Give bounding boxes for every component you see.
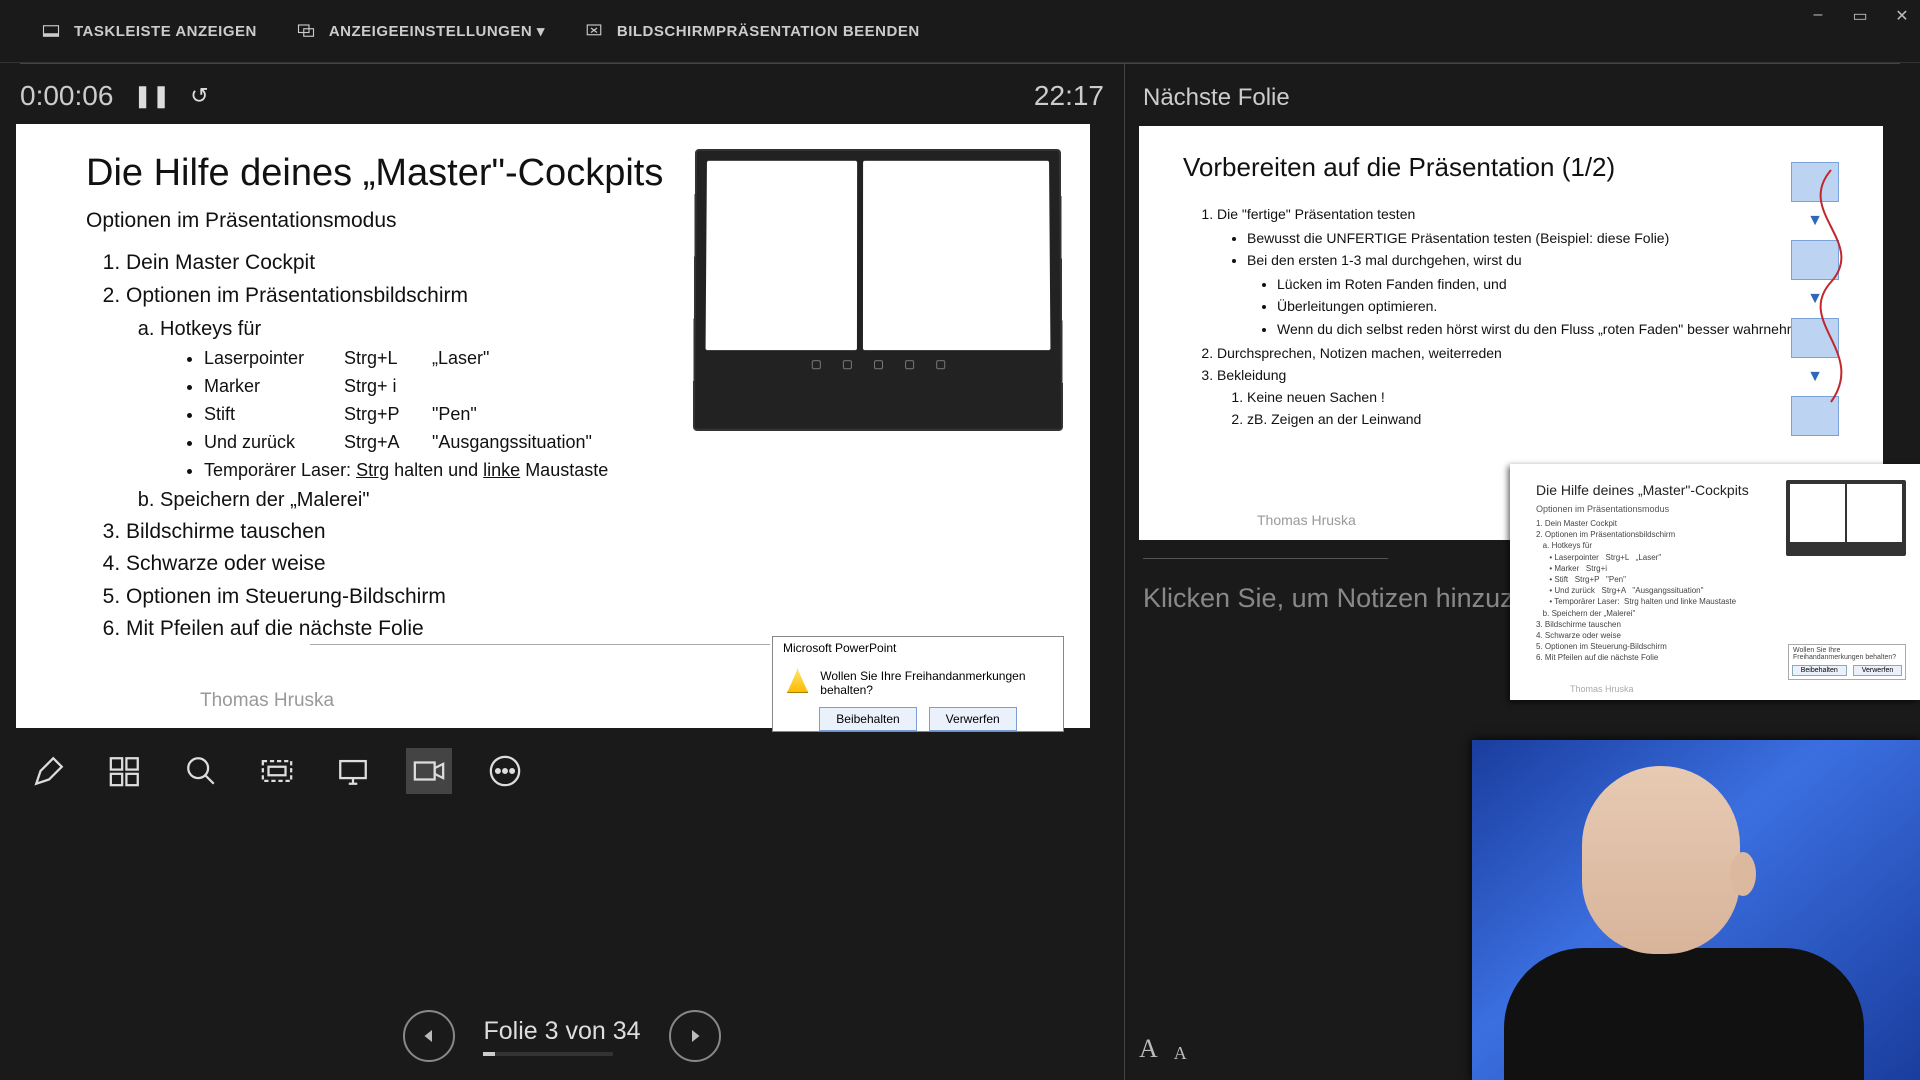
inset-discard: Verwerfen bbox=[1853, 665, 1903, 676]
inset-slide-thumb: Die Hilfe deines „Master"-Cockpits Optio… bbox=[1510, 464, 1920, 700]
webcam-feed[interactable] bbox=[1472, 740, 1920, 1080]
end-slideshow-label: BILDSCHIRMPRÄSENTATION BEENDEN bbox=[617, 23, 920, 40]
presenter-tools bbox=[16, 728, 1108, 814]
next-slide-heading: Nächste Folie bbox=[1143, 84, 1906, 112]
divider bbox=[1143, 558, 1388, 559]
zoom-tool[interactable] bbox=[178, 748, 224, 794]
elapsed-time: 0:00:06 bbox=[20, 80, 113, 112]
next-subitem: Bewusst die UNFERTIGE Präsentation teste… bbox=[1247, 227, 1839, 249]
next-subitem: Keine neuen Sachen ! bbox=[1247, 386, 1839, 408]
top-toolbar: TASKLEISTE ANZEIGEN ANZEIGEEINSTELLUNGEN… bbox=[0, 0, 1920, 63]
next-title: Vorbereiten auf die Präsentation (1/2) bbox=[1183, 152, 1839, 183]
slide-item: Schwarze oder weise bbox=[126, 548, 1030, 581]
current-slide[interactable]: Die Hilfe deines „Master"-Cockpits Optio… bbox=[16, 124, 1090, 728]
maximize-button[interactable]: ▭ bbox=[1850, 6, 1870, 26]
progress-bar[interactable] bbox=[483, 1052, 613, 1056]
close-button[interactable]: ✕ bbox=[1892, 6, 1912, 26]
next-subitem: zB. Zeigen an der Leinwand bbox=[1247, 408, 1839, 430]
slide-nav: Folie 3 von 34 bbox=[0, 1010, 1124, 1062]
minimize-button[interactable]: – bbox=[1808, 6, 1828, 26]
subtitle-tool[interactable] bbox=[254, 748, 300, 794]
flow-graphic: ▼ ▼ ▼ bbox=[1791, 162, 1839, 436]
end-slideshow-button[interactable]: BILDSCHIRMPRÄSENTATION BEENDEN bbox=[585, 22, 920, 40]
next-subitem: Wenn du dich selbst reden hörst wirst du… bbox=[1277, 318, 1839, 340]
inset-author: Thomas Hruska bbox=[1570, 684, 1634, 694]
next-item: Bekleidung Keine neuen Sachen ! zB. Zeig… bbox=[1217, 364, 1839, 430]
slide-subitem: Speichern der „Malerei" bbox=[160, 485, 1030, 516]
monitor-image bbox=[693, 149, 1063, 431]
display-settings-label: ANZEIGEEINSTELLUNGEN ▾ bbox=[329, 22, 545, 40]
slide-counter: Folie 3 von 34 bbox=[483, 1017, 640, 1046]
warning-icon bbox=[787, 669, 808, 693]
end-icon bbox=[585, 22, 603, 40]
display-settings-button[interactable]: ANZEIGEEINSTELLUNGEN ▾ bbox=[297, 22, 545, 40]
hotkey-row: Und zurückStrg+A"Ausgangssituation" bbox=[204, 429, 1030, 457]
taskbar-icon bbox=[42, 22, 60, 40]
next-item: Die "fertige" Präsentation testen Bewuss… bbox=[1217, 203, 1839, 340]
next-subitem: Lücken im Roten Fanden finden, und bbox=[1277, 273, 1839, 295]
reset-timer-button[interactable]: ↺ bbox=[190, 83, 208, 109]
next-author: Thomas Hruska bbox=[1257, 512, 1356, 528]
font-decrease-button[interactable]: A bbox=[1174, 1043, 1187, 1064]
font-increase-button[interactable]: A bbox=[1139, 1034, 1158, 1064]
dialog-message: Wollen Sie Ihre Freihandanmerkungen beha… bbox=[820, 669, 1049, 697]
dialog-mock: Microsoft PowerPoint Wollen Sie Ihre Fre… bbox=[772, 636, 1064, 732]
pen-tool[interactable] bbox=[26, 748, 72, 794]
slide-author: Thomas Hruska bbox=[200, 690, 334, 712]
camera-tool[interactable] bbox=[406, 748, 452, 794]
inset-dialog: Wollen Sie Ihre Freihandanmerkungen beha… bbox=[1788, 644, 1906, 680]
slide-item: Optionen im Steuerung-Bildschirm bbox=[126, 581, 1030, 614]
dialog-title: Microsoft PowerPoint bbox=[773, 637, 1063, 659]
display-settings-icon bbox=[297, 22, 315, 40]
hotkey-row: Temporärer Laser: Strg halten und linke … bbox=[204, 457, 1030, 485]
next-subitem: Bei den ersten 1-3 mal durchgehen, wirst… bbox=[1247, 249, 1839, 339]
see-all-slides[interactable] bbox=[102, 748, 148, 794]
inset-monitor bbox=[1786, 480, 1906, 556]
clock-time: 22:17 bbox=[1034, 80, 1104, 112]
next-subitem: Überleitungen optimieren. bbox=[1277, 295, 1839, 317]
timer-bar: 0:00:06 ❚❚ ↺ 22:17 bbox=[16, 74, 1108, 124]
blackout-tool[interactable] bbox=[330, 748, 376, 794]
more-tool[interactable] bbox=[482, 748, 528, 794]
inset-keep: Beibehalten bbox=[1792, 665, 1847, 676]
slide-item: Bildschirme tauschen bbox=[126, 516, 1030, 549]
dialog-discard-button: Verwerfen bbox=[929, 707, 1017, 731]
show-taskbar-button[interactable]: TASKLEISTE ANZEIGEN bbox=[42, 22, 257, 40]
pause-button[interactable]: ❚❚ bbox=[133, 83, 170, 109]
prev-slide-button[interactable] bbox=[403, 1010, 455, 1062]
next-item: Durchsprechen, Notizen machen, weiterred… bbox=[1217, 342, 1839, 364]
show-taskbar-label: TASKLEISTE ANZEIGEN bbox=[74, 23, 257, 40]
next-slide-button[interactable] bbox=[669, 1010, 721, 1062]
dialog-keep-button: Beibehalten bbox=[819, 707, 916, 731]
callout-line bbox=[310, 644, 770, 645]
